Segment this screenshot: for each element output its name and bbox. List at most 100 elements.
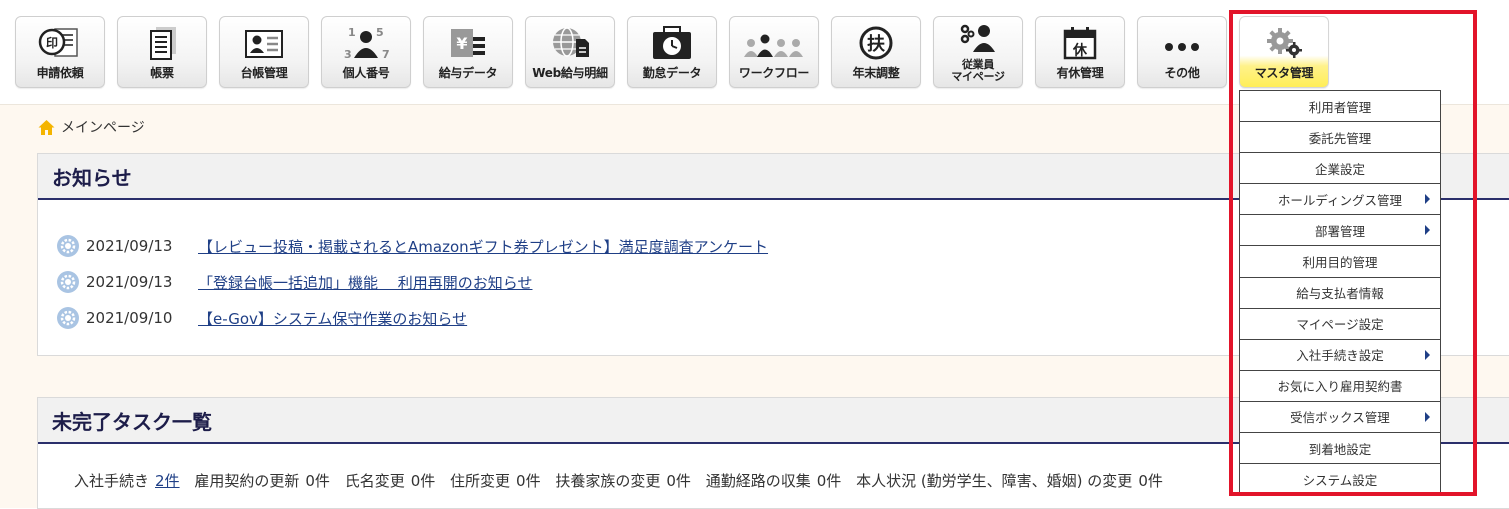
report-sheets-icon (118, 25, 206, 63)
task-item: 本人状況 (勤労学生、障害、婚姻) の変更 0件 (856, 472, 1163, 490)
employee-mypage-icon (934, 22, 1022, 60)
toolbar-label: ワークフロー (738, 66, 810, 80)
svg-text:7: 7 (382, 48, 390, 61)
task-count: 0件 (816, 472, 842, 490)
toolbar-paid-leave-button[interactable]: 休 有休管理 (1035, 16, 1125, 88)
menu-item-label: 部署管理 (1314, 223, 1365, 239)
toolbar-label: その他 (1164, 66, 1200, 80)
task-item: 氏名変更 0件 (345, 472, 436, 490)
menu-item-user-management[interactable]: 利用者管理 (1240, 91, 1440, 123)
gear-icon (57, 271, 79, 293)
task-label: 雇用契約の更新 (194, 472, 300, 490)
task-count: 0件 (410, 472, 436, 490)
web-payslip-icon (526, 25, 614, 63)
toolbar-label: Web給与明細 (532, 66, 608, 80)
task-count: 0件 (305, 472, 330, 490)
toolbar-ledger-button[interactable]: 台帳管理 (219, 16, 309, 88)
toolbar-my-number-button[interactable]: 1 5 3 7 個人番号 (321, 16, 411, 88)
breadcrumb: メインページ (38, 117, 145, 137)
task-item: 通勤経路の収集 0件 (706, 472, 842, 490)
toolbar-attendance-button[interactable]: 勤怠データ (627, 16, 717, 88)
svg-text:5: 5 (376, 26, 384, 39)
menu-item-mypage-settings[interactable]: マイページ設定 (1240, 308, 1440, 340)
menu-item-label: 到着地設定 (1308, 441, 1372, 457)
menu-item-inbox-management[interactable]: 受信ボックス管理 (1240, 401, 1440, 434)
menu-item-onboarding-settings[interactable]: 入社手続き設定 (1240, 339, 1440, 371)
menu-item-label: 入社手続き設定 (1296, 348, 1384, 364)
menu-item-label: 受信ボックス管理 (1290, 410, 1390, 426)
menu-item-label: 利用者管理 (1308, 99, 1372, 115)
notice-date: 2021/09/13 (86, 273, 173, 291)
master-settings-menu: 利用者管理 委託先管理 企業設定 ホールディングス管理 部署管理 利用目的管理 … (1239, 90, 1441, 497)
year-end-adjust-icon: 扶 (832, 25, 920, 63)
my-number-icon: 1 5 3 7 (322, 25, 410, 63)
paid-leave-calendar-icon: 休 (1036, 25, 1124, 63)
task-count-link[interactable]: 2件 (155, 472, 180, 490)
toolbar-other-button[interactable]: その他 (1137, 16, 1227, 88)
toolbar-label: 従業員 マイページ (934, 59, 1022, 83)
menu-item-label: 企業設定 (1314, 161, 1365, 177)
tasks-title: 未完了タスク一覧 (52, 409, 212, 434)
notices-list: 2021/09/13 【レビュー投稿・掲載されるとAmazonギフト券プレゼント… (56, 228, 768, 336)
menu-item-label: お気に入り雇用契約書 (1277, 379, 1403, 395)
svg-text:扶: 扶 (867, 33, 886, 55)
menu-item-label: マイページ設定 (1296, 317, 1384, 333)
task-item: 入社手続き 2件 (74, 472, 180, 490)
menu-item-payer-info[interactable]: 給与支払者情報 (1240, 277, 1440, 309)
notices-title: お知らせ (52, 165, 132, 190)
menu-item-label: 委託先管理 (1308, 130, 1372, 146)
task-label: 通勤経路の収集 (705, 472, 811, 490)
notice-link[interactable]: 【e-Gov】システム保守作業のお知らせ (198, 308, 467, 329)
toolbar-label: 個人番号 (342, 66, 390, 80)
toolbar-employee-mypage-button[interactable]: 従業員 マイページ (933, 16, 1023, 88)
svg-text:¥: ¥ (456, 34, 467, 53)
task-label: 本人状況 (勤労学生、障害、婚姻) の変更 (856, 472, 1133, 490)
svg-text:印: 印 (46, 36, 58, 50)
toolbar-salary-data-button[interactable]: ¥ 給与データ (423, 16, 513, 88)
menu-item-system-settings[interactable]: システム設定 (1240, 464, 1440, 496)
task-label: 扶養家族の変更 (555, 472, 661, 490)
submenu-arrow-icon (1425, 225, 1430, 236)
menu-item-department-management[interactable]: 部署管理 (1240, 215, 1440, 247)
menu-item-label: 給与支払者情報 (1296, 286, 1384, 302)
menu-item-purpose-management[interactable]: 利用目的管理 (1240, 246, 1440, 278)
toolbar-year-end-button[interactable]: 扶 年末調整 (831, 16, 921, 88)
svg-text:休: 休 (1072, 42, 1088, 59)
svg-text:3: 3 (344, 48, 352, 61)
toolbar-label: 給与データ (438, 66, 498, 80)
list-item: 2021/09/13 【レビュー投稿・掲載されるとAmazonギフト券プレゼント… (56, 228, 768, 264)
gear-icon (57, 235, 79, 257)
menu-item-label: 利用目的管理 (1302, 255, 1378, 271)
toolbar-reports-button[interactable]: 帳票 (117, 16, 207, 88)
task-label: 住所変更 (450, 472, 511, 490)
menu-item-company-settings[interactable]: 企業設定 (1240, 153, 1440, 185)
attendance-clock-icon (628, 25, 716, 63)
notice-date: 2021/09/13 (86, 237, 173, 255)
toolbar-label: 台帳管理 (240, 66, 288, 80)
toolbar-label: 有休管理 (1056, 66, 1104, 80)
list-item: 2021/09/13 「登録台帳一括追加」機能 利用再開のお知らせ (56, 264, 768, 300)
notice-link[interactable]: 「登録台帳一括追加」機能 利用再開のお知らせ (198, 272, 532, 293)
task-item: 住所変更 0件 (450, 472, 541, 490)
toolbar-request-button[interactable]: 印 申請依頼 (15, 16, 105, 88)
task-item: 扶養家族の変更 0件 (555, 472, 691, 490)
toolbar-web-payslip-button[interactable]: Web給与明細 (525, 16, 615, 88)
notice-link[interactable]: 【レビュー投稿・掲載されるとAmazonギフト券プレゼント】満足度調査アンケート (198, 236, 768, 257)
menu-item-favorite-contracts[interactable]: お気に入り雇用契約書 (1240, 370, 1440, 402)
menu-item-label: ホールディングス管理 (1277, 192, 1403, 208)
toolbar-master-settings-button[interactable]: マスタ管理 (1239, 16, 1329, 88)
menu-item-destination-settings[interactable]: 到着地設定 (1240, 433, 1440, 465)
gear-icon (57, 307, 79, 329)
toolbar-label: 帳票 (150, 66, 174, 80)
toolbar-label: マスタ管理 (1254, 66, 1314, 80)
home-icon (38, 119, 55, 135)
menu-item-holdings-management[interactable]: ホールディングス管理 (1240, 184, 1440, 216)
menu-item-contractor-management[interactable]: 委託先管理 (1240, 122, 1440, 154)
id-card-icon (220, 25, 308, 63)
notice-date: 2021/09/10 (86, 309, 173, 327)
gears-icon (1240, 25, 1328, 63)
breadcrumb-label[interactable]: メインページ (61, 117, 145, 137)
submenu-arrow-icon (1425, 349, 1430, 360)
toolbar-workflow-button[interactable]: ワークフロー (729, 16, 819, 88)
toolbar-label: 年末調整 (852, 66, 900, 80)
